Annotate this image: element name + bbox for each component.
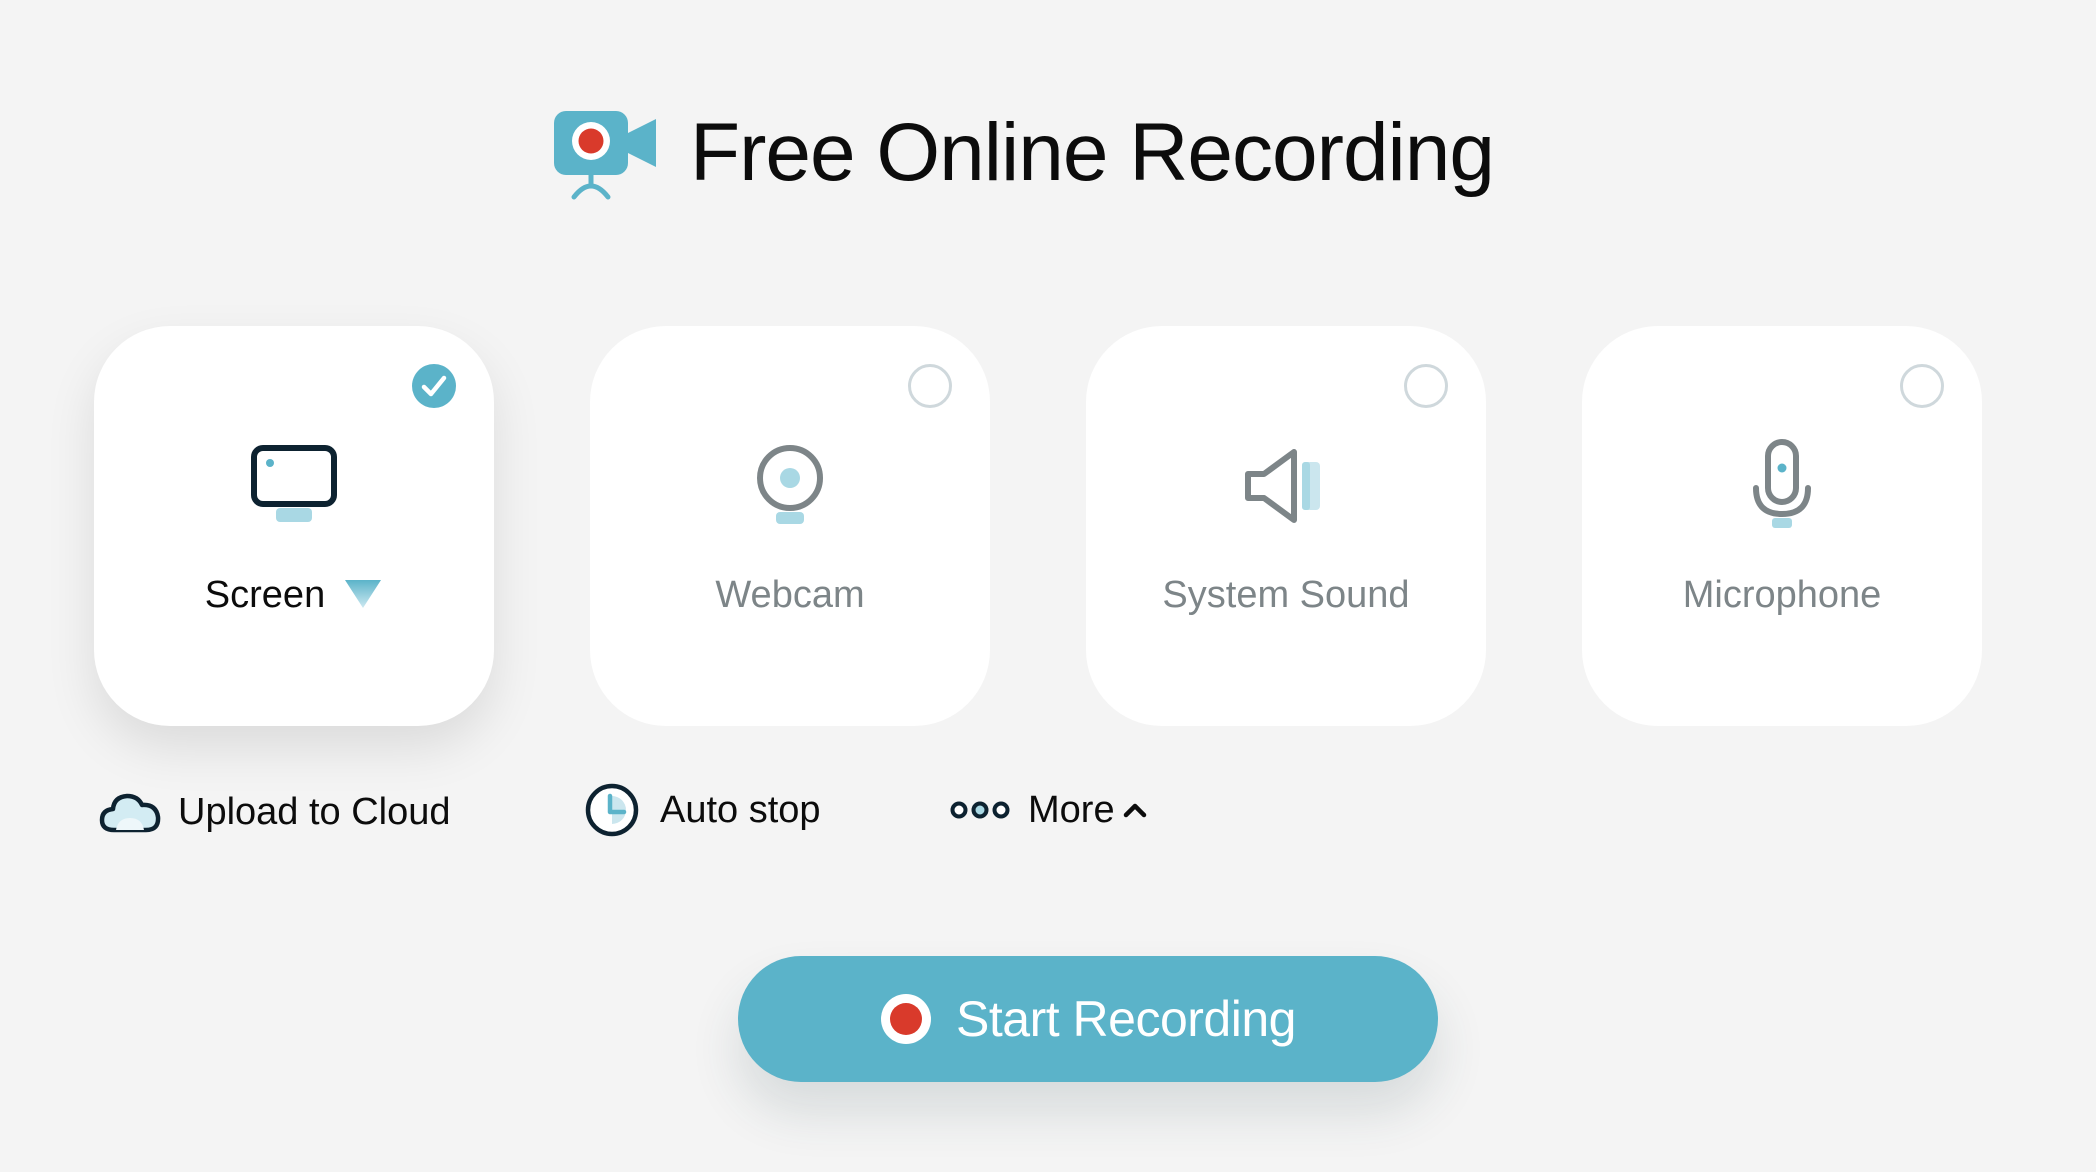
auto-stop-label: Auto stop <box>660 788 821 831</box>
checkbox-unchecked[interactable] <box>1404 364 1448 408</box>
source-label-system-sound: System Sound <box>1162 574 1410 616</box>
page-header: Free Online Recording <box>0 98 2096 208</box>
checkbox-unchecked[interactable] <box>908 364 952 408</box>
chevron-up-icon <box>1123 803 1146 818</box>
page-title: Free Online Recording <box>690 107 1495 198</box>
source-card-system-sound[interactable]: System Sound <box>1086 326 1486 726</box>
start-recording-label: Start Recording <box>956 991 1296 1047</box>
check-icon <box>421 375 447 397</box>
speaker-icon <box>1245 449 1320 523</box>
source-card-webcam[interactable]: Webcam <box>590 326 990 726</box>
microphone-icon <box>1753 439 1811 528</box>
source-card-screen[interactable]: Screen <box>94 326 494 726</box>
checkbox-checked[interactable] <box>412 364 456 408</box>
checkbox-unchecked[interactable] <box>1900 364 1944 408</box>
camera-record-icon <box>554 111 657 200</box>
source-cards: Screen Webcam System Sound Microphone <box>94 326 1982 726</box>
cloud-icon <box>99 793 161 833</box>
source-label-microphone: Microphone <box>1682 574 1882 616</box>
source-card-microphone[interactable]: Microphone <box>1582 326 1982 726</box>
caret-down-icon[interactable] <box>343 578 383 610</box>
more-option[interactable]: More <box>950 778 1147 842</box>
more-label: More <box>1028 788 1115 831</box>
upload-to-cloud-option[interactable]: Upload to Cloud <box>98 780 451 844</box>
webcam-icon <box>757 445 823 524</box>
start-recording-button[interactable]: Start Recording <box>738 956 1438 1082</box>
monitor-icon <box>251 445 337 522</box>
auto-stop-option[interactable]: Auto stop <box>584 778 821 842</box>
source-label-text: Screen <box>204 574 326 616</box>
clock-icon <box>585 783 639 837</box>
source-label-webcam: Webcam <box>715 574 865 616</box>
upload-to-cloud-label: Upload to Cloud <box>178 790 451 833</box>
source-label-screen: Screen <box>94 574 494 617</box>
record-icon <box>881 994 932 1044</box>
more-dots-icon <box>950 801 1010 819</box>
